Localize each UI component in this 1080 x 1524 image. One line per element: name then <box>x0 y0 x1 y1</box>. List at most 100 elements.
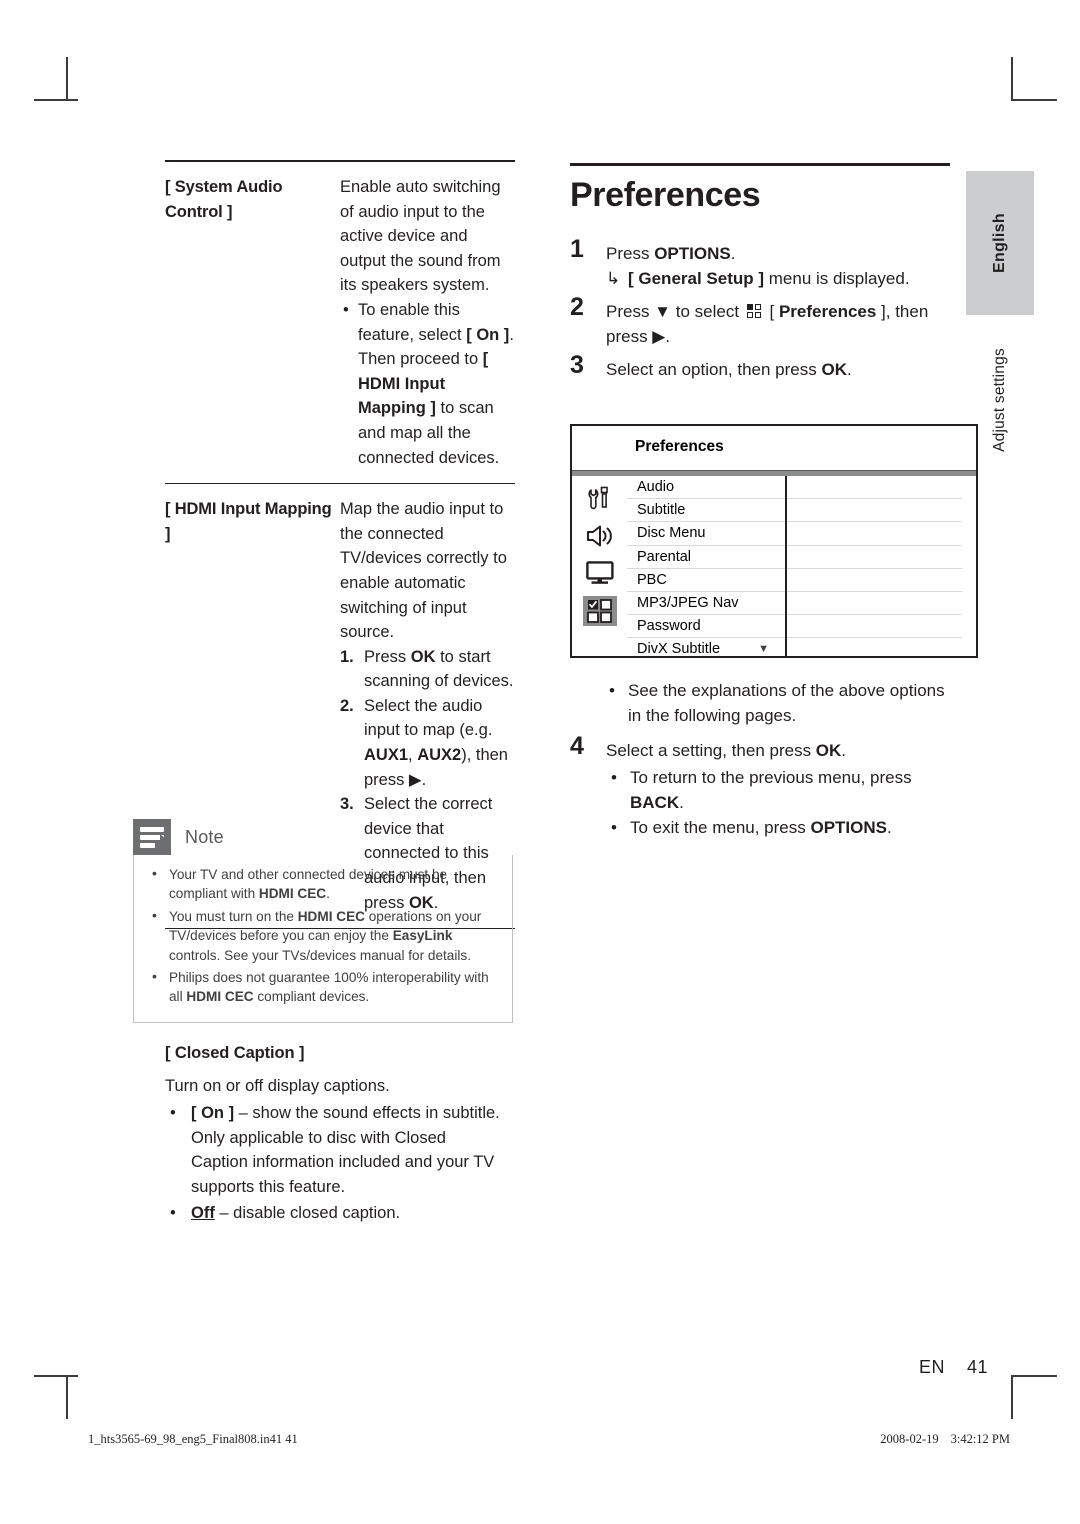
value-row <box>787 546 962 569</box>
value-row <box>787 592 962 616</box>
speaker-audio-icon[interactable] <box>583 522 617 550</box>
crop-mark-bottom-left-horizontal <box>34 1375 78 1377</box>
list-item-text: Press OK to start scanning of devices. <box>364 647 514 691</box>
spec-bullet-list: • To enable this feature, select [ On ].… <box>340 298 515 470</box>
list-item: • To enable this feature, select [ On ].… <box>340 298 515 470</box>
left-column: [ System Audio Control ] Enable auto swi… <box>165 160 515 930</box>
spec-key-system-audio-control: [ System Audio Control ] <box>165 178 283 221</box>
bullet-dot-icon: • <box>609 681 615 700</box>
preferences-menu-screenshot: Preferences Audio Subtitle Disc Menu Par… <box>570 424 978 658</box>
step-number: 2 <box>570 293 584 321</box>
panel-note-list: • See the explanations of the above opti… <box>570 678 950 728</box>
step-text-prefix: Press ▼ to select <box>606 302 740 321</box>
menu-item-pbc[interactable]: PBC <box>627 569 785 592</box>
crop-mark-bottom-left-vertical <box>66 1375 68 1419</box>
folio-page-number: 41 <box>966 1357 988 1377</box>
grid-2x2-icon <box>746 304 762 319</box>
bullet-dot-icon: • <box>170 1203 176 1222</box>
closed-caption-title: [ Closed Caption ] <box>165 1044 305 1062</box>
crop-mark-top-left-horizontal <box>34 99 78 101</box>
step-number: 4 <box>570 732 584 760</box>
step-text: Select an option, then press OK. <box>606 360 852 379</box>
crop-mark-bottom-right-horizontal <box>1013 1375 1057 1377</box>
language-side-tab-label: English <box>991 213 1008 273</box>
scroll-down-caret-icon[interactable]: ▼ <box>758 638 769 661</box>
crop-mark-top-right-vertical <box>1011 57 1013 101</box>
list-item: • To return to the previous menu, press … <box>606 765 950 815</box>
right-column: Preferences 1 Press OPTIONS. ↳ [ General… <box>570 163 950 390</box>
panel-title: Preferences <box>635 438 724 455</box>
printer-footer: 1_hts3565-69_98_eng5_Final808.in41 41 20… <box>88 1432 1010 1447</box>
list-item: 2. Select the audio input to map (e.g. A… <box>340 694 515 792</box>
step-number: 1 <box>570 235 584 263</box>
running-head-side: Adjust settings <box>966 330 1034 470</box>
menu-item-disc-menu[interactable]: Disc Menu <box>627 522 785 546</box>
value-row <box>787 638 962 661</box>
page-title: Preferences <box>570 176 761 214</box>
note-bullet-list: • Your TV and other connected devices mu… <box>148 865 498 1007</box>
list-item: • See the explanations of the above opti… <box>570 678 950 728</box>
menu-item-mp3-jpeg-nav[interactable]: MP3/JPEG Nav <box>627 592 785 616</box>
list-item-number: 1. <box>340 647 354 666</box>
list-item-text: Philips does not guarantee 100% interope… <box>169 970 489 1005</box>
language-side-tab: English <box>966 171 1034 315</box>
panel-header: Preferences <box>572 426 976 470</box>
running-head-label: Adjust settings <box>991 348 1008 452</box>
list-item: • You must turn on the HDMI CEC operatio… <box>148 907 498 965</box>
note-title: Note <box>185 826 224 847</box>
table-row: [ System Audio Control ] Enable auto swi… <box>165 175 515 470</box>
list-item-number: 2. <box>340 696 354 715</box>
panel-body: Audio Subtitle Disc Menu Parental PBC MP… <box>572 476 976 657</box>
list-item-text: You must turn on the HDMI CEC operations… <box>169 908 482 963</box>
note-box: Note • Your TV and other connected devic… <box>133 819 513 1023</box>
bullet-dot-icon: • <box>343 300 349 319</box>
list-item-text: Your TV and other connected devices must… <box>169 867 448 902</box>
value-row <box>787 476 962 500</box>
list-item-text: See the explanations of the above option… <box>628 681 945 725</box>
menu-item-subtitle[interactable]: Subtitle <box>627 499 785 523</box>
step-1: 1 Press OPTIONS. ↳ [ General Setup ] men… <box>570 237 950 291</box>
printer-footer-date: 2008-02-19 <box>880 1432 939 1446</box>
printer-footer-filename: 1_hts3565-69_98_eng5_Final808.in41 41 <box>88 1432 298 1446</box>
step-result-text: [ General Setup ] menu is displayed. <box>628 269 910 288</box>
procedure-steps: 1 Press OPTIONS. ↳ [ General Setup ] men… <box>570 237 950 382</box>
list-item: • Off – disable closed caption. <box>165 1201 505 1226</box>
note-header: Note <box>133 819 513 855</box>
bullet-dot-icon: • <box>611 818 617 837</box>
list-item-text: [ On ] – show the sound effects in subti… <box>191 1104 500 1196</box>
grid-preferences-icon[interactable] <box>582 596 617 626</box>
list-item-text: To exit the menu, press OPTIONS. <box>630 818 892 837</box>
list-item-text: Select the audio input to map (e.g. AUX1… <box>364 696 508 789</box>
bullet-dot-icon: • <box>152 968 157 985</box>
panel-value-column <box>787 476 976 657</box>
bullet-dot-icon: • <box>152 906 157 923</box>
section-top-rule <box>570 163 950 166</box>
menu-item-password[interactable]: Password <box>627 615 785 639</box>
step-4-bullets: • To return to the previous menu, press … <box>606 765 950 840</box>
step-number: 3 <box>570 351 584 379</box>
step-2: 2 Press ▼ to select [ Preferences ], the… <box>570 295 950 349</box>
spec-value-system-audio-control: Enable auto switching of audio input to … <box>340 175 515 470</box>
list-item-text: To enable this feature, select [ On ]. T… <box>358 300 514 467</box>
note-body: • Your TV and other connected devices mu… <box>133 855 513 1023</box>
printer-footer-time: 3:42:12 PM <box>950 1432 1010 1446</box>
menu-item-divx-subtitle[interactable]: DivX Subtitle ▼ <box>627 638 785 661</box>
step-result: ↳ [ General Setup ] menu is displayed. <box>606 266 950 291</box>
folio: EN 41 <box>919 1357 988 1378</box>
menu-item-audio[interactable]: Audio <box>627 476 785 500</box>
crop-mark-top-right-horizontal <box>1013 99 1057 101</box>
procedure-steps-continued: 4 Select a setting, then press OK. • To … <box>570 734 950 840</box>
value-row <box>787 569 962 592</box>
step-text: Select a setting, then press OK. <box>606 741 847 760</box>
tv-monitor-icon[interactable] <box>583 559 617 587</box>
list-item: • To exit the menu, press OPTIONS. <box>606 815 950 840</box>
closed-caption-bullet-list: • [ On ] – show the sound effects in sub… <box>165 1101 505 1225</box>
closed-caption-subtitle: Turn on or off display captions. <box>165 1076 390 1095</box>
menu-item-parental[interactable]: Parental <box>627 546 785 569</box>
spec-paragraph: Map the audio input to the connected TV/… <box>340 500 507 642</box>
list-item-text: To return to the previous menu, press BA… <box>630 768 912 812</box>
step-text: Press OPTIONS. <box>606 244 736 263</box>
right-column-lower: • See the explanations of the above opti… <box>570 678 950 848</box>
tools-wrench-icon[interactable] <box>583 485 617 513</box>
list-item: 1. Press OK to start scanning of devices… <box>340 645 515 694</box>
